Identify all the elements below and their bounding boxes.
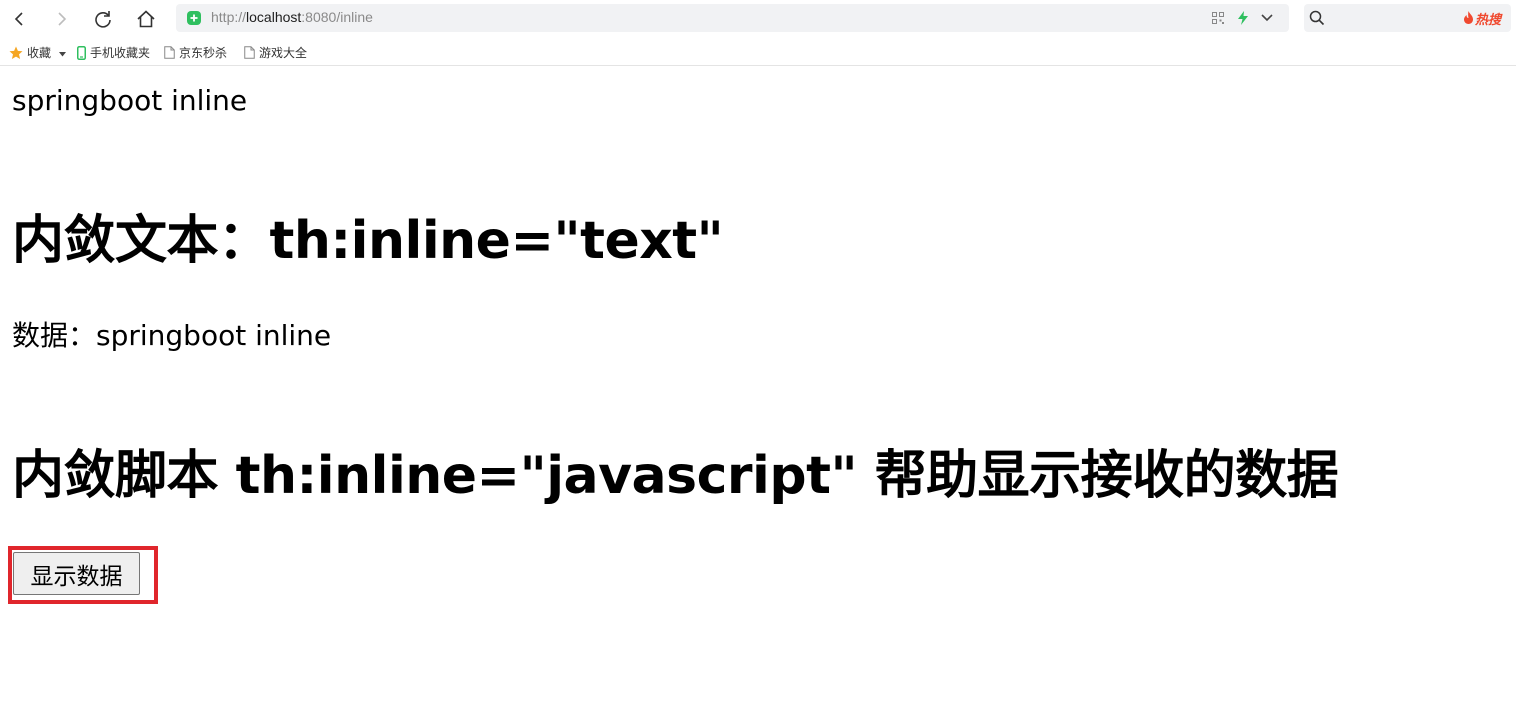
reload-button[interactable]	[90, 6, 116, 32]
bookmark-favorites[interactable]: 收藏	[9, 44, 67, 61]
data-text-line: 数据：springboot inline	[12, 319, 332, 352]
address-bar[interactable]: http://localhost:8080/inline	[176, 4, 1289, 32]
browser-toolbar: http://localhost:8080/inline 热搜	[0, 0, 1516, 36]
url-scheme: http://	[211, 9, 247, 25]
chevron-down-icon[interactable]	[1259, 10, 1275, 26]
back-button[interactable]	[7, 6, 33, 32]
url-path: :8080/inline	[301, 9, 373, 25]
star-icon	[9, 46, 23, 60]
page-icon	[164, 46, 175, 59]
home-button[interactable]	[133, 6, 159, 32]
url-text[interactable]: http://localhost:8080/inline	[211, 9, 373, 25]
bookmark-label: 游戏大全	[259, 46, 308, 60]
lightning-icon[interactable]	[1235, 10, 1251, 26]
flame-icon	[1463, 10, 1474, 27]
show-data-button[interactable]: 显示数据	[13, 552, 140, 595]
bookmark-games[interactable]: 游戏大全	[244, 44, 307, 61]
reload-icon	[95, 11, 111, 28]
bookmark-label: 京东秒杀	[179, 46, 228, 60]
forward-button[interactable]	[48, 6, 74, 32]
hot-search-badge[interactable]: 热搜	[1463, 9, 1501, 28]
inline-text-heading: 内敛文本：th:inline="text"	[12, 211, 724, 271]
hot-search-label: 热搜	[1474, 12, 1501, 27]
bookmark-mobile-favorites[interactable]: 手机收藏夹	[77, 44, 150, 61]
chevron-right-icon	[58, 12, 67, 26]
caret-down-icon[interactable]	[59, 46, 67, 60]
search-icon	[1309, 10, 1325, 26]
home-icon	[137, 10, 155, 28]
inline-text-line: springboot inline	[12, 84, 248, 117]
page-icon	[244, 46, 255, 59]
qr-code-icon[interactable]	[1210, 10, 1226, 26]
bookmark-label: 收藏	[27, 46, 52, 60]
security-shield-icon	[187, 11, 201, 25]
phone-icon	[77, 45, 86, 60]
bookmarks-bar: 收藏 手机收藏夹 京东秒杀 游戏大全	[0, 38, 1516, 66]
bookmark-jd-flash-sale[interactable]: 京东秒杀	[164, 44, 227, 61]
inline-script-heading: 内敛脚本 th:inline="javascript" 帮助显示接收的数据	[12, 446, 1339, 506]
search-input[interactable]: 热搜	[1304, 4, 1511, 32]
url-host: localhost	[246, 9, 302, 25]
chevron-left-icon	[14, 12, 23, 26]
bookmark-label: 手机收藏夹	[90, 46, 151, 60]
